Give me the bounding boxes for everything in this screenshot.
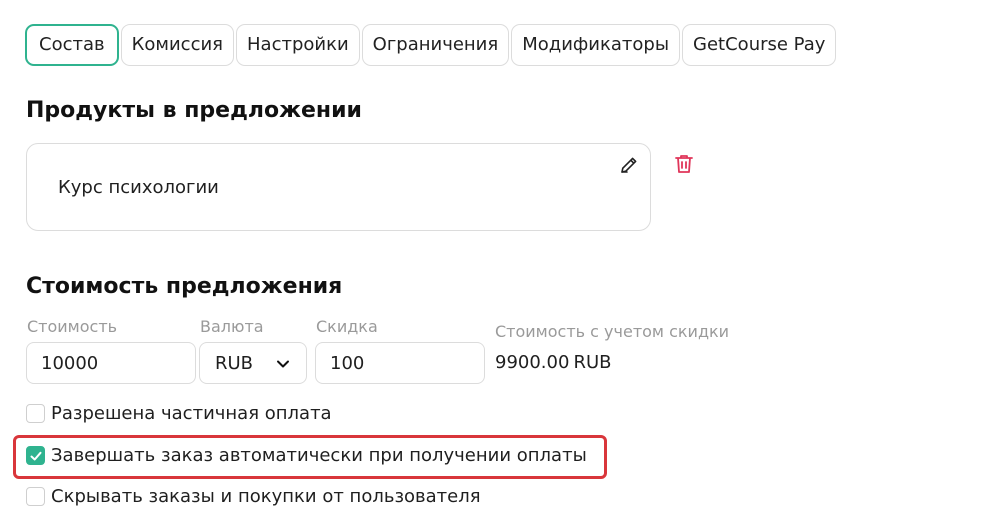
price-label: Стоимость	[27, 317, 118, 336]
tab-getcourse-pay[interactable]: GetCourse Pay	[682, 24, 837, 66]
total-value: 9900.00 RUB	[495, 352, 615, 373]
checkmark-icon	[30, 451, 42, 460]
product-card: Курс психологии	[26, 143, 651, 231]
tab-modifiers[interactable]: Модификаторы	[511, 24, 681, 66]
product-name: Курс психологии	[58, 177, 219, 198]
hide-orders-checkbox[interactable]	[26, 486, 45, 506]
price-input[interactable]	[26, 342, 196, 384]
hide-orders-label: Скрывать заказы и покупки от пользовател…	[51, 485, 481, 507]
products-section-title: Продукты в предложении	[26, 98, 362, 123]
pricing-section-title: Стоимость предложения	[26, 274, 343, 299]
currency-value: RUB	[215, 353, 254, 374]
tab-commission[interactable]: Комиссия	[120, 24, 234, 66]
hide-orders-option[interactable]: Скрывать заказы и покупки от пользовател…	[26, 485, 481, 507]
auto-complete-label: Завершать заказ автоматически при получе…	[51, 444, 587, 466]
trash-icon[interactable]	[673, 153, 695, 175]
discount-label: Скидка	[316, 317, 378, 336]
chevron-down-icon	[277, 360, 289, 368]
discount-input[interactable]	[315, 342, 485, 384]
tab-settings[interactable]: Настройки	[236, 24, 360, 66]
total-amount: 9900.00	[495, 352, 570, 373]
total-label: Стоимость с учетом скидки	[495, 322, 730, 341]
currency-select[interactable]: RUB	[199, 342, 307, 384]
tab-bar: Состав Комиссия Настройки Ограничения Мо…	[25, 24, 838, 66]
auto-complete-checkbox[interactable]	[26, 445, 45, 465]
currency-label: Валюта	[200, 317, 264, 336]
total-currency: RUB	[573, 352, 612, 373]
partial-payment-label: Разрешена частичная оплата	[51, 402, 332, 424]
tab-composition[interactable]: Состав	[25, 24, 119, 66]
auto-complete-option[interactable]: Завершать заказ автоматически при получе…	[26, 444, 587, 466]
tab-restrictions[interactable]: Ограничения	[361, 24, 510, 66]
pencil-icon[interactable]	[619, 155, 639, 175]
partial-payment-checkbox[interactable]	[26, 403, 45, 423]
partial-payment-option[interactable]: Разрешена частичная оплата	[26, 402, 332, 424]
